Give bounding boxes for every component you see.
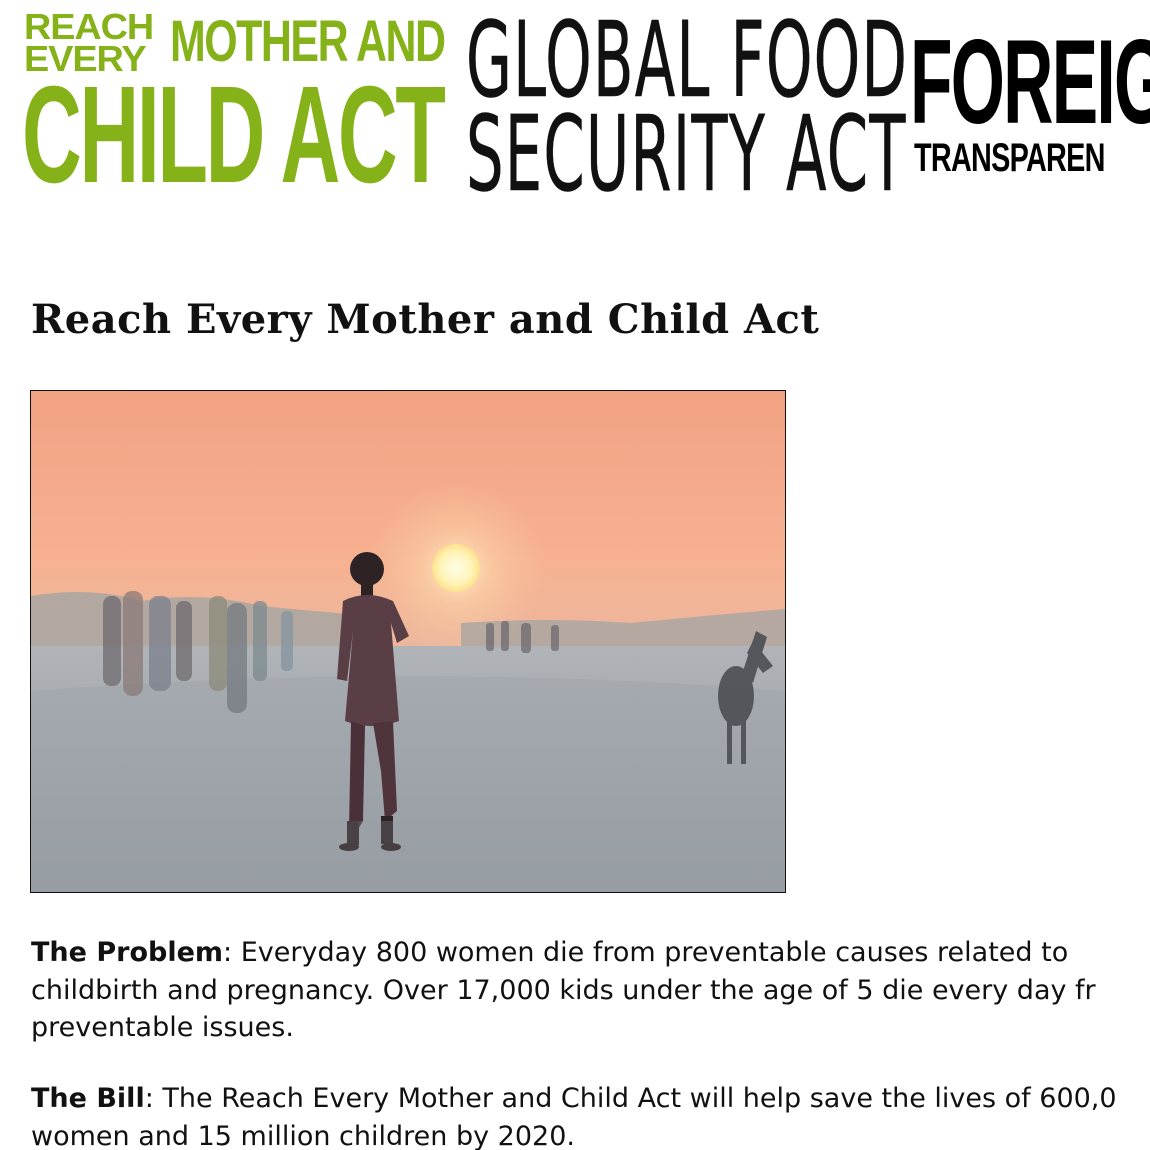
bill-label: The Bill [31,1083,145,1114]
page-title: Reach Every Mother and Child Act [31,296,820,343]
logo-text-transparency: TRANSPAREN [914,136,1105,180]
bill-line-2: women and 15 million children by 2020. [31,1120,575,1150]
foreign-aid-transparency-logo[interactable]: FOREIGN A TRANSPAREN [910,15,1150,186]
problem-line-1: The Problem: Everyday 800 women die from… [31,937,1069,968]
bill-paragraph: The Bill: The Reach Every Mother and Chi… [31,1080,1150,1150]
logo-text-foreign: FOREIGN A [910,15,1150,149]
problem-line-3: preventable issues. [31,1012,294,1043]
bill-text-1: The Reach Every Mother and Child Act wil… [162,1083,1117,1114]
problem-label: The Problem [31,937,224,968]
legislation-logo-strip: REACH EVERY MOTHER AND CHILD ACT GLOBAL … [0,0,1150,215]
problem-paragraph: The Problem: Everyday 800 women die from… [31,934,1150,1047]
reach-every-mother-child-act-logo[interactable]: REACH EVERY MOTHER AND CHILD ACT [22,8,446,205]
problem-line-2: childbirth and pregnancy. Over 17,000 ki… [31,974,1096,1006]
logo-text-child-act: CHILD ACT [22,58,446,212]
bill-line-1: The Bill: The Reach Every Mother and Chi… [31,1083,1117,1114]
child-at-sunset-photo [30,390,786,893]
logo-text-security-act: SECURITY ACT [466,93,907,215]
problem-text-1: Everyday 800 women die from preventable … [240,937,1069,968]
global-food-security-act-logo[interactable]: GLOBAL FOOD SECURITY ACT [466,8,907,207]
